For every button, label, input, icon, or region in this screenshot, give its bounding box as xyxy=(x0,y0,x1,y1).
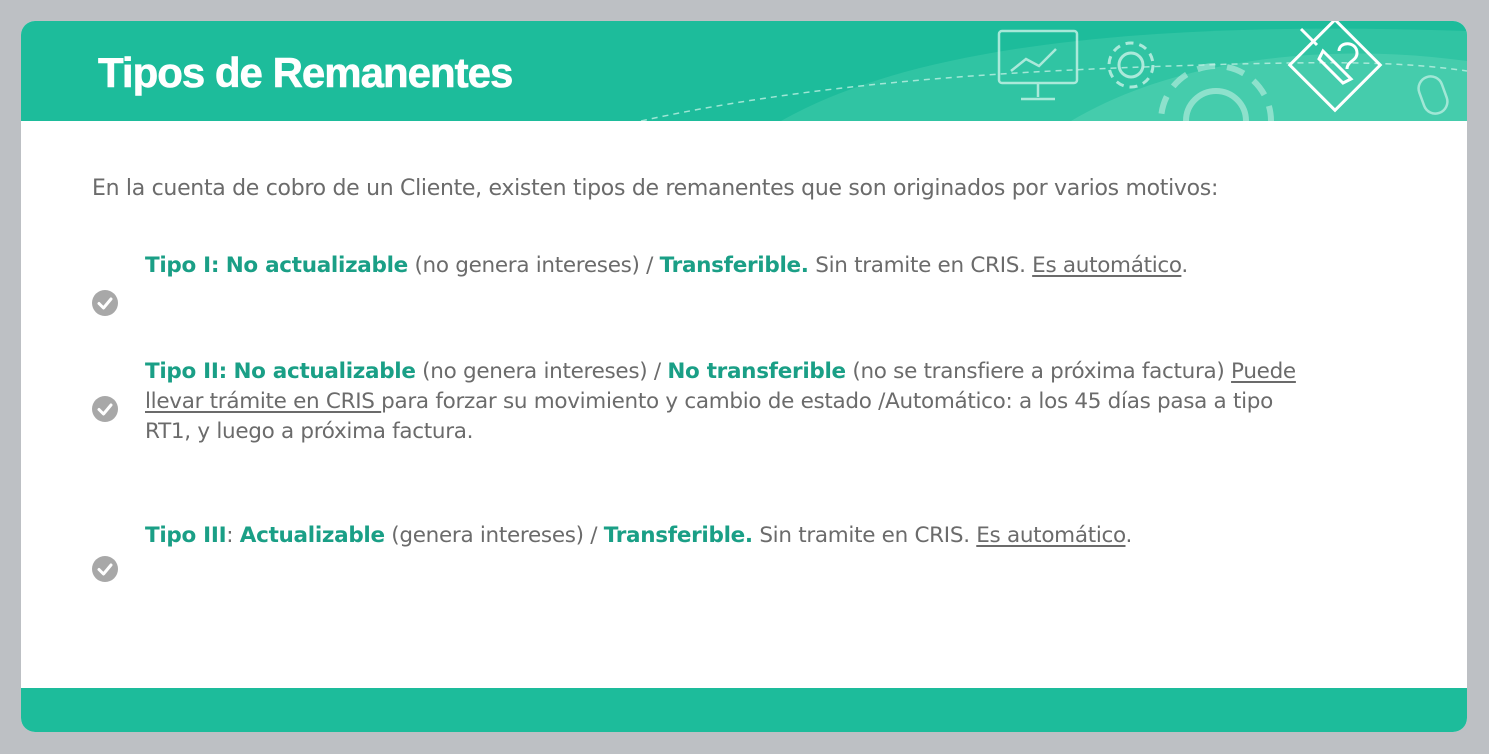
list-item: Tipo I: No actualizable (no genera inter… xyxy=(145,251,1305,281)
item-note: (genera intereses) / xyxy=(384,523,604,548)
item-label: Tipo III xyxy=(145,523,227,548)
item-end: . xyxy=(1181,253,1188,278)
header-banner: Tipos de Remanentes xyxy=(21,21,1467,121)
item-label: Tipo II: xyxy=(145,359,227,384)
item-transfer: Transferible. xyxy=(603,523,753,548)
item-status: Actualizable xyxy=(239,523,385,548)
item-label: Tipo I: xyxy=(145,253,220,278)
item-transfer: No transferible xyxy=(667,359,846,384)
item-tail: Sin tramite en CRIS. xyxy=(752,523,977,548)
list-item: Tipo III: Actualizable (genera intereses… xyxy=(145,521,1305,551)
footer-bar xyxy=(21,688,1467,732)
item-tail: Sin tramite en CRIS. xyxy=(808,253,1033,278)
slide: Tipos de Remanentes En la cuenta de cobr… xyxy=(21,21,1467,732)
check-circle-icon xyxy=(92,556,118,582)
item-status: No actualizable xyxy=(225,253,409,278)
item-underlined: Es automático xyxy=(1032,253,1182,278)
page-title: Tipos de Remanentes xyxy=(98,49,514,97)
item-status: No actualizable xyxy=(233,359,416,384)
item-note: (no genera intereses) / xyxy=(415,359,668,384)
check-circle-icon xyxy=(92,290,118,316)
item-colon: : xyxy=(226,523,234,548)
item-note-2: (no se transfiere a próxima factura) xyxy=(845,359,1232,384)
check-circle-icon xyxy=(92,396,118,422)
item-underlined: Es automático xyxy=(976,523,1126,548)
list-item: Tipo II: No actualizable (no genera inte… xyxy=(145,357,1305,447)
item-end: . xyxy=(1125,523,1133,548)
item-transfer: Transferible. xyxy=(659,253,809,278)
intro-text: En la cuenta de cobro de un Cliente, exi… xyxy=(92,176,1219,201)
item-note: (no genera intereses) / xyxy=(407,253,660,278)
